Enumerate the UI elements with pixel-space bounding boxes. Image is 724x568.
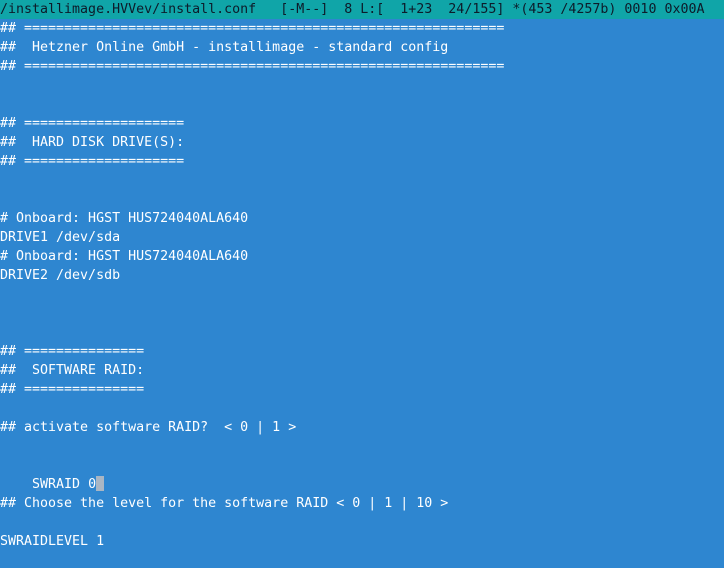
config-line[interactable]: DRIVE2 /dev/sdb xyxy=(0,266,120,285)
config-line[interactable]: ## =============== xyxy=(0,380,144,399)
config-line[interactable]: ## ==================== xyxy=(0,152,184,171)
config-line[interactable]: ## =====================================… xyxy=(0,57,504,76)
config-line-text[interactable]: SWRAID 0 xyxy=(32,477,96,492)
config-line[interactable]: ## =============== xyxy=(0,342,144,361)
config-line[interactable]: DRIVE1 /dev/sda xyxy=(0,228,120,247)
text-cursor xyxy=(96,476,105,491)
config-line-current[interactable]: SWRAID 0 xyxy=(0,456,105,492)
config-line[interactable]: ## activate software RAID? < 0 | 1 > xyxy=(0,418,296,437)
config-line[interactable]: # Onboard: HGST HUS724040ALA640 xyxy=(0,209,248,228)
config-line[interactable]: ## SOFTWARE RAID: xyxy=(0,361,144,380)
config-line[interactable]: # Onboard: HGST HUS724040ALA640 xyxy=(0,247,248,266)
config-line[interactable]: ## HARD DISK DRIVE(S): xyxy=(0,133,184,152)
config-line[interactable]: ## Hetzner Online GmbH - installimage - … xyxy=(0,38,448,57)
config-line[interactable]: SWRAIDLEVEL 1 xyxy=(0,532,104,551)
config-line[interactable]: ## ==================== xyxy=(0,114,184,133)
editor-status-bar: /installimage.HVVev/install.conf [-M--] … xyxy=(0,0,724,19)
config-line[interactable]: ## =====================================… xyxy=(0,19,504,38)
config-line[interactable]: ## Choose the level for the software RAI… xyxy=(0,494,448,513)
terminal-editor[interactable]: /installimage.HVVev/install.conf [-M--] … xyxy=(0,0,724,568)
